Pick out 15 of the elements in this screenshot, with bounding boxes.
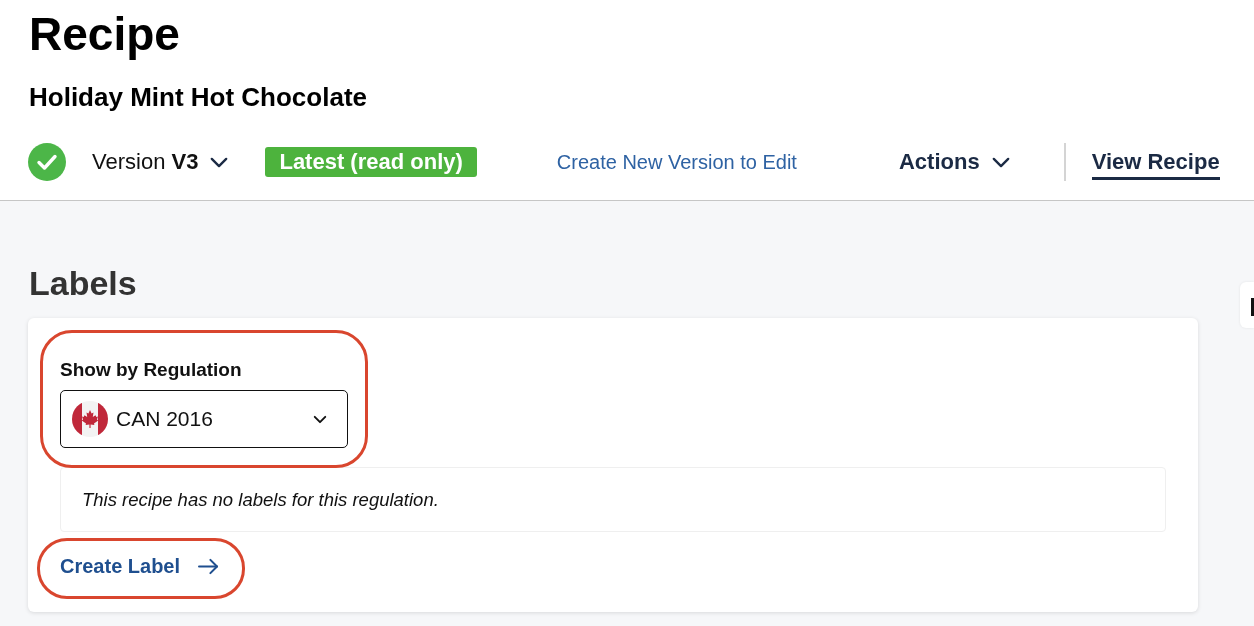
field-label: Show by Regulation [60, 358, 242, 382]
actions-menu-button[interactable]: Actions [898, 144, 1010, 180]
chevron-down-icon [313, 414, 327, 424]
create-version-link[interactable]: Create New Version to Edit [556, 150, 797, 174]
version-dropdown[interactable]: Version V3 [92, 144, 229, 180]
recipe-name: Holiday Mint Hot Chocolate [29, 81, 367, 114]
section-heading: Labels [29, 263, 137, 303]
empty-message: This recipe has no labels for this regulation. [60, 467, 1166, 532]
create-label-link[interactable]: Create Label [60, 553, 221, 579]
regulation-select[interactable]: CAN 2016 [60, 390, 348, 448]
page-title: Recipe [29, 7, 180, 62]
maple-leaf-flag-icon [72, 401, 108, 437]
view-recipe-tab[interactable]: View Recipe [1091, 148, 1220, 180]
status-badge: Latest (read only) [265, 147, 477, 177]
arrow-right-icon [197, 557, 221, 575]
